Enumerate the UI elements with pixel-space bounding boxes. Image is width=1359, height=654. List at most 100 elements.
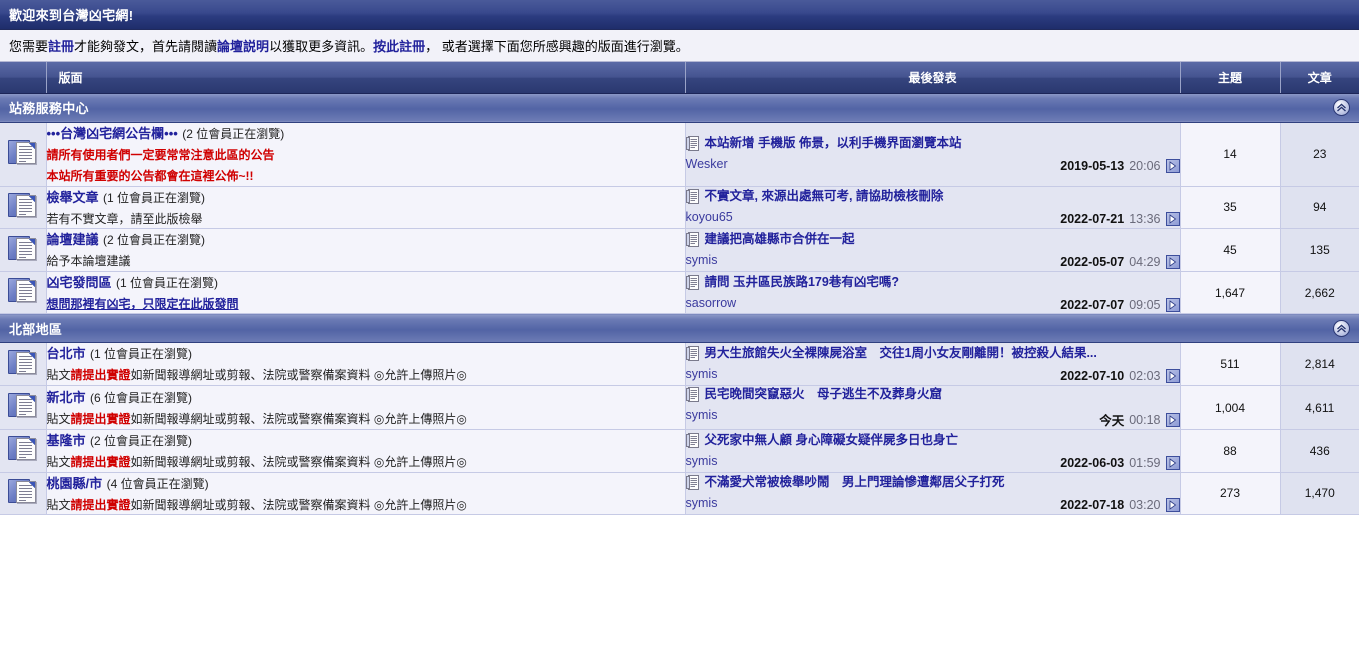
last-post-title-link[interactable]: 男大生旅館失火全裸陳屍浴室 交往1周小女友剛離開！被控殺人結果... xyxy=(705,345,1097,361)
register-here-link[interactable]: 按此註冊 xyxy=(373,36,425,55)
topics-count: 1,004 xyxy=(1179,385,1280,431)
forum-link[interactable]: 基隆市 xyxy=(47,433,86,448)
forum-viewing-count: (2 位會員正在瀏覽) xyxy=(182,126,285,141)
last-post-date: 2022-07-18 xyxy=(1060,498,1125,513)
forum-description: 請所有使用者們一定要常常注意此區的公告 xyxy=(46,147,275,162)
forum-description: 若有不實文章，請至此版檢舉 xyxy=(46,211,203,226)
forum-icon-cell xyxy=(0,472,47,516)
posts-count: 2,814 xyxy=(1279,342,1359,387)
forum-link[interactable]: 新北市 xyxy=(47,390,86,405)
collapse-icon[interactable] xyxy=(1333,99,1350,116)
topics-count: 14 xyxy=(1179,122,1280,187)
posts-count: 4,611 xyxy=(1279,385,1359,431)
post-doc-icon xyxy=(685,189,699,209)
forum-folder-icon xyxy=(7,392,38,420)
table-row: 檢舉文章 (1 位會員正在瀏覽) 若有不實文章，請至此版檢舉 不實文章, 來源出處無… xyxy=(0,186,1359,230)
last-post-time: 13:36 xyxy=(1129,212,1161,227)
post-doc-icon xyxy=(685,432,699,453)
forum-index-page: 歡迎來到台灣凶宅網! 您需要 註冊 才能夠發文，首先請閱讀 論壇説明 以獲取更多資訊。按… xyxy=(0,0,1359,654)
notice-text-3: 以獲取更多資訊。 xyxy=(269,39,374,54)
last-post-time: 09:05 xyxy=(1129,297,1161,312)
last-post-date: 2022-07-21 xyxy=(1060,212,1125,227)
forum-description: 貼文請提出實證如新聞報導網址或剪報、法院或警察備案資料 ◎允許上傳照片◎ xyxy=(46,497,467,512)
posts-count: 1,470 xyxy=(1279,472,1359,516)
last-post-title-link[interactable]: 民宅晚間突竄惡火 母子逃生不及葬身火窟 xyxy=(705,386,943,402)
forum-icon-cell xyxy=(0,228,47,272)
forum-viewing-count: (1 位會員正在瀏覽) xyxy=(115,275,218,290)
register-link[interactable]: 註冊 xyxy=(48,36,74,55)
forum-link[interactable]: 論壇建議 xyxy=(47,232,99,247)
goto-last-post-icon[interactable] xyxy=(1165,255,1180,270)
table-row: •••台灣凶宅網公告欄••• (2 位會員正在瀏覽) 請所有使用者們一定要常常注意… xyxy=(0,122,1359,187)
topics-count: 88 xyxy=(1179,429,1280,473)
forum-icon-cell xyxy=(0,342,47,387)
last-post-title-link[interactable]: 本站新增 手機版 佈景，以利手機界面瀏覽本站 xyxy=(705,135,962,151)
forum-info-cell: 台北市 (1 位會員正在瀏覽) 貼文請提出實證如新聞報導網址或剪報、法院或警察備案… xyxy=(46,342,685,387)
notice-text-4: ， 或者選擇下面您所感興趣的版面進行瀏覽。 xyxy=(425,39,689,54)
forum-folder-icon xyxy=(7,349,38,377)
forum-description-link[interactable]: 想問那裡有凶宅，只限定在此版發問 xyxy=(47,295,685,314)
forum-folder-icon xyxy=(7,478,38,506)
posts-count: 23 xyxy=(1279,122,1359,187)
last-post-date: 2022-07-10 xyxy=(1060,369,1125,384)
posts-count: 2,662 xyxy=(1279,271,1359,315)
goto-last-post-icon[interactable] xyxy=(1165,212,1180,227)
column-header-posts: 文章 xyxy=(1280,62,1359,94)
last-post-cell: 父死家中無人顧 身心障礙女疑伴屍多日也身亡 symis 2022-06-03 01:5… xyxy=(684,429,1180,473)
table-row: 基隆市 (2 位會員正在瀏覽) 貼文請提出實證如新聞報導網址或剪報、法院或警察備案… xyxy=(0,429,1359,473)
forum-viewing-count: (1 位會員正在瀏覽) xyxy=(89,347,192,362)
faq-link[interactable]: 論壇説明 xyxy=(217,36,269,55)
post-doc-icon xyxy=(685,387,699,407)
category-title: 站務服務中心 xyxy=(9,101,89,116)
last-post-cell: 請問 玉井區民族路179巷有凶宅嗎? sasorrow 2022-07-07 09:0… xyxy=(684,271,1180,315)
last-post-date: 2022-05-07 xyxy=(1060,255,1125,270)
forum-info-cell: 桃園縣/市 (4 位會員正在瀏覽) 貼文請提出實證如新聞報導網址或剪報、法院或警察… xyxy=(46,472,685,516)
forum-viewing-count: (1 位會員正在瀏覽) xyxy=(102,190,205,205)
forum-description: 貼文請提出實證如新聞報導網址或剪報、法院或警察備案資料 ◎允許上傳照片◎ xyxy=(46,455,467,470)
goto-last-post-icon[interactable] xyxy=(1165,369,1180,384)
table-row: 凶宅發問區 (1 位會員正在瀏覽) 想問那裡有凶宅，只限定在此版發問 請問 玉井區民… xyxy=(0,271,1359,315)
last-post-title-link[interactable]: 請問 玉井區民族路179巷有凶宅嗎? xyxy=(705,274,899,290)
forum-folder-icon xyxy=(7,192,38,220)
forum-link[interactable]: 台北市 xyxy=(47,346,86,361)
forum-table-body: 站務服務中心 •••台灣凶宅網公告欄••• (2 位會員正在瀏覽) 請所有使用者們一… xyxy=(0,92,1359,516)
last-post-date: 2022-07-07 xyxy=(1060,297,1125,312)
posts-count: 94 xyxy=(1279,186,1359,230)
forum-viewing-count: (2 位會員正在瀏覽) xyxy=(89,434,192,449)
forum-link[interactable]: 檢舉文章 xyxy=(47,190,99,205)
column-header-icon xyxy=(0,62,47,94)
table-row: 論壇建議 (2 位會員正在瀏覽) 給予本論壇建議 建議把高雄縣市合併在一起 symis… xyxy=(0,228,1359,272)
last-post-title-link[interactable]: 父死家中無人顧 身心障礙女疑伴屍多日也身亡 xyxy=(705,432,958,448)
forum-viewing-count: (4 位會員正在瀏覽) xyxy=(106,476,209,491)
goto-last-post-icon[interactable] xyxy=(1165,159,1180,174)
forum-folder-icon xyxy=(7,435,38,463)
forum-viewing-count: (2 位會員正在瀏覽) xyxy=(102,233,205,248)
forum-link[interactable]: •••台灣凶宅網公告欄••• xyxy=(47,126,178,141)
last-post-time: 01:59 xyxy=(1129,455,1161,470)
last-post-title-link[interactable]: 不實文章, 來源出處無可考, 請協助檢核刪除 xyxy=(705,188,944,204)
goto-last-post-icon[interactable] xyxy=(1165,297,1180,312)
post-doc-icon xyxy=(685,136,699,156)
column-header-forum: 版面 xyxy=(46,62,686,94)
last-post-title-link[interactable]: 不滿愛犬常被檢舉吵鬧 男上門理論慘遭鄰居父子打死 xyxy=(705,474,1005,490)
collapse-icon[interactable] xyxy=(1333,319,1350,337)
post-doc-icon xyxy=(685,346,699,366)
category-title: 北部地區 xyxy=(9,321,63,337)
last-post-title-link[interactable]: 建議把高雄縣市合併在一起 xyxy=(705,231,855,247)
forum-icon-cell xyxy=(0,385,47,431)
forum-link[interactable]: 凶宅發問區 xyxy=(47,275,112,290)
category-row: 站務服務中心 xyxy=(0,92,1359,123)
goto-last-post-icon[interactable] xyxy=(1165,412,1180,427)
topics-count: 35 xyxy=(1179,186,1280,230)
post-doc-icon xyxy=(685,232,699,252)
goto-last-post-icon[interactable] xyxy=(1165,498,1180,513)
forum-info-cell: 論壇建議 (2 位會員正在瀏覽) 給予本論壇建議 xyxy=(46,228,685,272)
last-post-time: 00:18 xyxy=(1129,412,1161,427)
last-post-cell: 本站新增 手機版 佈景，以利手機界面瀏覽本站 Wesker 2019-05-13 20… xyxy=(684,122,1180,187)
last-post-time: 03:20 xyxy=(1129,498,1161,513)
forum-link[interactable]: 桃園縣/市 xyxy=(47,476,103,491)
table-row: 新北市 (6 位會員正在瀏覽) 貼文請提出實證如新聞報導網址或剪報、法院或警察備案… xyxy=(0,385,1359,431)
goto-last-post-icon[interactable] xyxy=(1165,455,1180,470)
last-post-cell: 不滿愛犬常被檢舉吵鬧 男上門理論慘遭鄰居父子打死 symis 2022-07-18 0… xyxy=(684,472,1180,516)
forum-description: 給予本論壇建議 xyxy=(46,254,131,269)
